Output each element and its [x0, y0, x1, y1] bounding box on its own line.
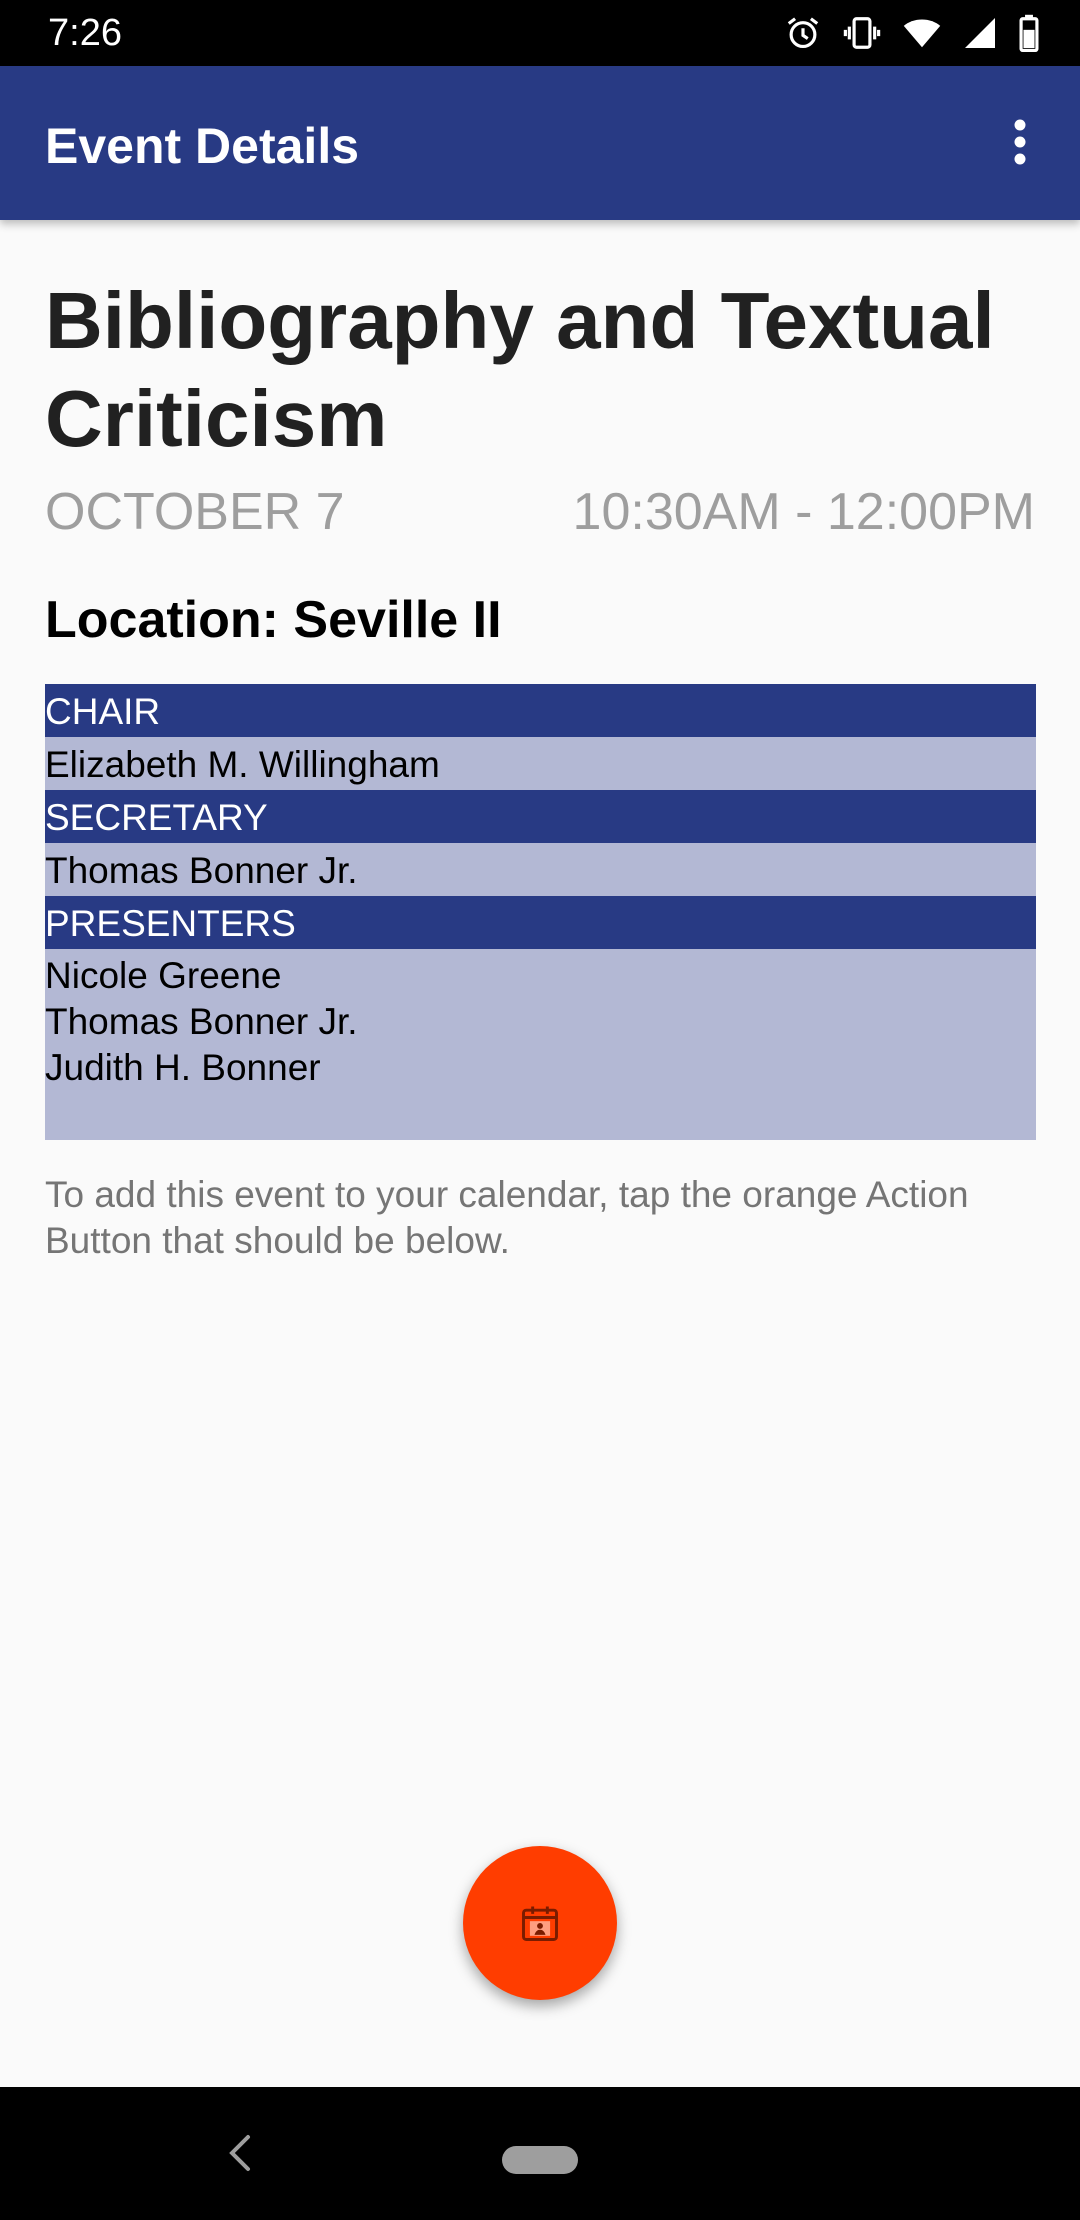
status-icons: [784, 12, 1040, 54]
screen: 7:26 Event Details Bibliography and Text…: [0, 0, 1080, 2220]
add-to-calendar-button[interactable]: [463, 1846, 617, 2000]
signal-icon: [965, 18, 995, 48]
presenters-list: Nicole Greene Thomas Bonner Jr. Judith H…: [45, 949, 1036, 1140]
home-pill-icon[interactable]: [502, 2146, 578, 2174]
event-time: 10:30AM - 12:00PM: [572, 483, 1035, 541]
wifi-icon: [903, 19, 941, 48]
chair-header: CHAIR: [45, 684, 1036, 737]
chair-name: Elizabeth M. Willingham: [45, 737, 1036, 790]
status-bar: 7:26: [0, 0, 1080, 66]
app-title: Event Details: [45, 118, 360, 174]
back-icon[interactable]: [222, 2131, 256, 2175]
secretary-name: Thomas Bonner Jr.: [45, 843, 1036, 896]
event-title: Bibliography and Textual Criticism: [45, 276, 995, 463]
presenter-item: Thomas Bonner Jr.: [45, 1001, 358, 1042]
vibrate-icon: [843, 17, 881, 49]
roles-table: CHAIR Elizabeth M. Willingham SECRETARY …: [45, 684, 1036, 1140]
instruction-text: To add this event to your calendar, tap …: [45, 1174, 969, 1261]
presenter-item: Nicole Greene: [45, 955, 282, 996]
add-to-calendar-icon: [522, 1906, 558, 1941]
status-time: 7:26: [48, 12, 122, 54]
secretary-header: SECRETARY: [45, 790, 1036, 843]
presenters-header: PRESENTERS: [45, 896, 1036, 949]
event-location: Location: Seville II: [45, 591, 502, 649]
presenter-item: Judith H. Bonner: [45, 1047, 321, 1088]
app-bar: Event Details: [0, 66, 1080, 220]
alarm-icon: [787, 17, 819, 49]
event-date: OCTOBER 7: [45, 483, 345, 541]
battery-icon: [1019, 14, 1039, 52]
more-vert-icon[interactable]: [990, 112, 1050, 172]
